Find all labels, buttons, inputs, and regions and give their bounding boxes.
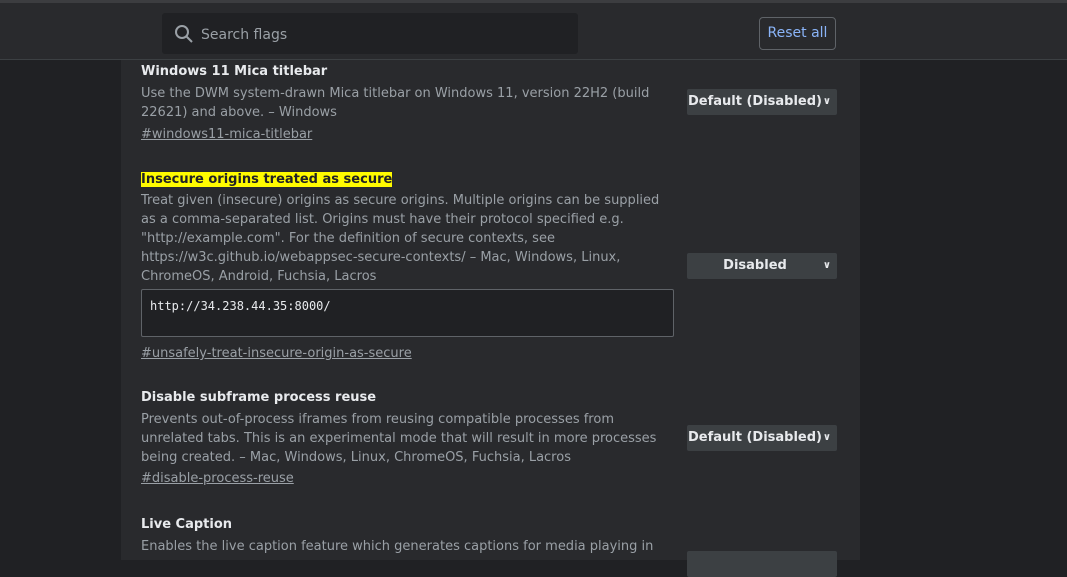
chevron-down-icon: ∨	[822, 260, 831, 271]
flag-title: Insecure origins treated as secure	[141, 170, 661, 189]
flag-windows11-mica-titlebar: Windows 11 Mica titlebar Use the DWM sys…	[141, 62, 661, 144]
flag-description: Enables the live caption feature which g…	[141, 539, 654, 554]
flag-state-select[interactable]: Disabled ∨	[687, 253, 837, 279]
flag-disable-process-reuse: Disable subframe process reuse Prevents …	[141, 388, 661, 488]
search-box[interactable]	[162, 13, 578, 56]
flag-link-row: #unsafely-treat-insecure-origin-as-secur…	[141, 342, 412, 363]
search-match-highlight: Insecure origins treated as secure	[141, 172, 393, 187]
flag-title: Windows 11 Mica titlebar	[141, 64, 328, 79]
flag-description: Prevents out-of-process iframes from reu…	[141, 412, 657, 465]
flag-link[interactable]: #windows11-mica-titlebar	[141, 125, 312, 144]
flag-state-value: Disabled	[723, 258, 787, 273]
origins-textarea[interactable]: http://34.238.44.35:8000/	[141, 289, 674, 337]
flag-insecure-origins: Insecure origins treated as secure Treat…	[141, 170, 661, 286]
search-input[interactable]	[199, 13, 573, 56]
flag-state-value: Default (Disabled)	[687, 94, 822, 109]
flag-state-select[interactable]: Default (Disabled) ∨	[687, 425, 837, 451]
flag-link[interactable]: #unsafely-treat-insecure-origin-as-secur…	[141, 344, 412, 363]
flag-description: Treat given (insecure) origins as secure…	[141, 193, 660, 284]
chevron-down-icon: ∨	[822, 96, 831, 107]
search-icon	[175, 25, 193, 43]
flag-state-select[interactable]: Default (Disabled) ∨	[687, 89, 837, 115]
reset-all-button[interactable]: Reset all	[759, 17, 836, 50]
flag-state-value: Default (Disabled)	[687, 430, 822, 445]
flag-title: Live Caption	[141, 517, 233, 532]
flag-description: Use the DWM system-drawn Mica titlebar o…	[141, 86, 650, 120]
flag-state-select[interactable]	[687, 551, 837, 577]
flag-link[interactable]: #disable-process-reuse	[141, 469, 294, 488]
flags-header: Reset all	[0, 0, 1067, 60]
chevron-down-icon: ∨	[822, 432, 831, 443]
flag-live-caption: Live Caption Enables the live caption fe…	[141, 515, 681, 556]
flag-title: Disable subframe process reuse	[141, 390, 377, 405]
